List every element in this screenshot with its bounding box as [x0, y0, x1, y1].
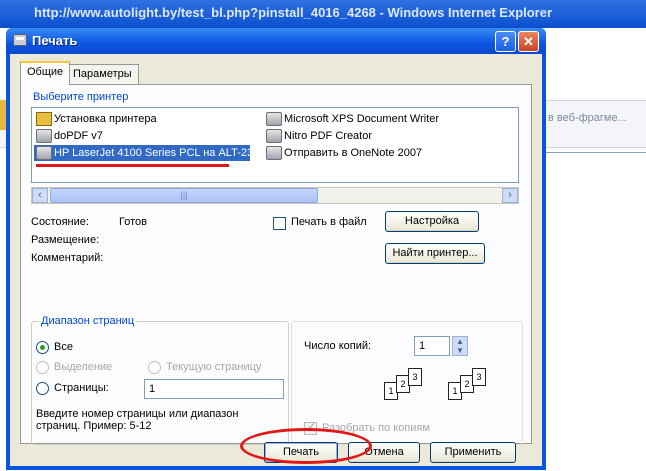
dialog-title-bar[interactable]: Печать ? ✕: [6, 28, 546, 54]
divider: [546, 152, 646, 153]
range-pages-radio[interactable]: [36, 382, 49, 395]
range-selection-radio[interactable]: [36, 361, 49, 374]
add-printer-icon: [36, 112, 52, 126]
dialog-title: Печать: [32, 33, 78, 48]
range-all-label: Все: [54, 341, 73, 353]
help-button[interactable]: ?: [495, 31, 516, 52]
printer-icon: [13, 34, 27, 46]
location-label: Размещение:: [31, 234, 100, 246]
range-hint: Введите номер страницы или диапазон стра…: [36, 408, 239, 432]
printer-list[interactable]: Установка принтера doPDF v7 HP LaserJet …: [31, 107, 519, 183]
collate-illustration: 1 2 3: [448, 368, 498, 402]
printer-item-dopdf[interactable]: doPDF v7: [34, 128, 103, 144]
comment-label: Комментарий:: [31, 252, 104, 264]
page-range-legend: Диапазон страниц: [39, 315, 137, 327]
copies-group: Число копий: 1 ▲ ▼ 1 2 3 1 2 3 ✓ Разобрат…: [291, 321, 523, 445]
scroll-left-icon[interactable]: ‹: [32, 188, 48, 203]
range-current-radio[interactable]: [148, 361, 161, 374]
status-label: Состояние:: [31, 216, 89, 228]
dialog-client-area: Общие Параметры Выберите принтер Установ…: [10, 54, 542, 466]
print-dialog: Печать ? ✕ Общие Параметры Выберите прин…: [6, 28, 546, 470]
settings-button[interactable]: Настройка: [385, 211, 479, 232]
printer-group: Выберите принтер Установка принтера doPD…: [29, 91, 523, 279]
printer-icon: [266, 129, 282, 143]
printer-label: HP LaserJet 4100 Series PCL на ALT-23: [54, 147, 254, 159]
copies-input[interactable]: 1: [414, 336, 450, 356]
browser-title: http://www.autolight.by/test_bl.php?pins…: [34, 5, 553, 20]
printer-item-hp[interactable]: HP LaserJet 4100 Series PCL на ALT-23: [34, 145, 254, 161]
printer-item-onenote[interactable]: Отправить в OneNote 2007: [264, 145, 422, 161]
scrollbar-thumb[interactable]: |||: [50, 188, 318, 203]
tab-general[interactable]: Общие: [20, 61, 71, 85]
print-to-file-checkbox[interactable]: [273, 217, 286, 230]
printer-label: Отправить в OneNote 2007: [284, 147, 423, 159]
printer-label: doPDF v7: [54, 130, 103, 142]
printer-icon: [266, 112, 282, 126]
printer-group-legend: Выберите принтер: [31, 91, 131, 103]
apply-button[interactable]: Применить: [430, 442, 516, 463]
page-3-icon: 3: [472, 368, 486, 386]
scroll-right-icon[interactable]: ›: [502, 188, 518, 203]
printer-item-add[interactable]: Установка принтера: [34, 111, 157, 127]
pages-input[interactable]: 1: [144, 379, 284, 399]
printer-item-nitro[interactable]: Nitro PDF Creator: [264, 128, 372, 144]
find-printer-button[interactable]: Найти принтер...: [385, 243, 485, 264]
page-3-icon: 3: [408, 368, 422, 386]
range-selection-label: Выделение: [54, 361, 113, 373]
printer-icon: [36, 146, 52, 160]
print-to-file-label: Печать в файл: [291, 216, 367, 228]
close-button[interactable]: ✕: [518, 31, 539, 52]
copies-label: Число копий:: [304, 340, 372, 352]
printer-label: Установка принтера: [54, 113, 157, 125]
range-current-label: Текущую страницу: [166, 361, 262, 373]
page-range-group: Диапазон страниц Все Выделение Текущую с…: [31, 315, 289, 445]
status-value: Готов: [119, 216, 147, 228]
browser-title-bar: http://www.autolight.by/test_bl.php?pins…: [0, 0, 646, 28]
collate-illustration: 1 2 3: [384, 368, 434, 402]
printer-label: Nitro PDF Creator: [284, 130, 373, 142]
annotation-circle: [240, 428, 372, 464]
annotation-underline: [36, 164, 229, 167]
tab-options[interactable]: Параметры: [66, 64, 139, 84]
radio-selected-icon: [40, 345, 45, 350]
tab-panel-general: Выберите принтер Установка принтера doPD…: [20, 84, 532, 445]
printer-icon: [266, 146, 282, 160]
copies-spinner[interactable]: ▲ ▼: [452, 336, 468, 356]
range-pages-label: Страницы:: [54, 382, 109, 394]
range-all-radio[interactable]: [36, 341, 49, 354]
printer-item-xps[interactable]: Microsoft XPS Document Writer: [264, 111, 439, 127]
printer-list-scrollbar[interactable]: ‹ ||| ›: [31, 187, 519, 204]
printer-icon: [36, 129, 52, 143]
printer-label: Microsoft XPS Document Writer: [284, 113, 440, 125]
web-slice-link[interactable]: в веб-фрагме...: [548, 112, 627, 124]
